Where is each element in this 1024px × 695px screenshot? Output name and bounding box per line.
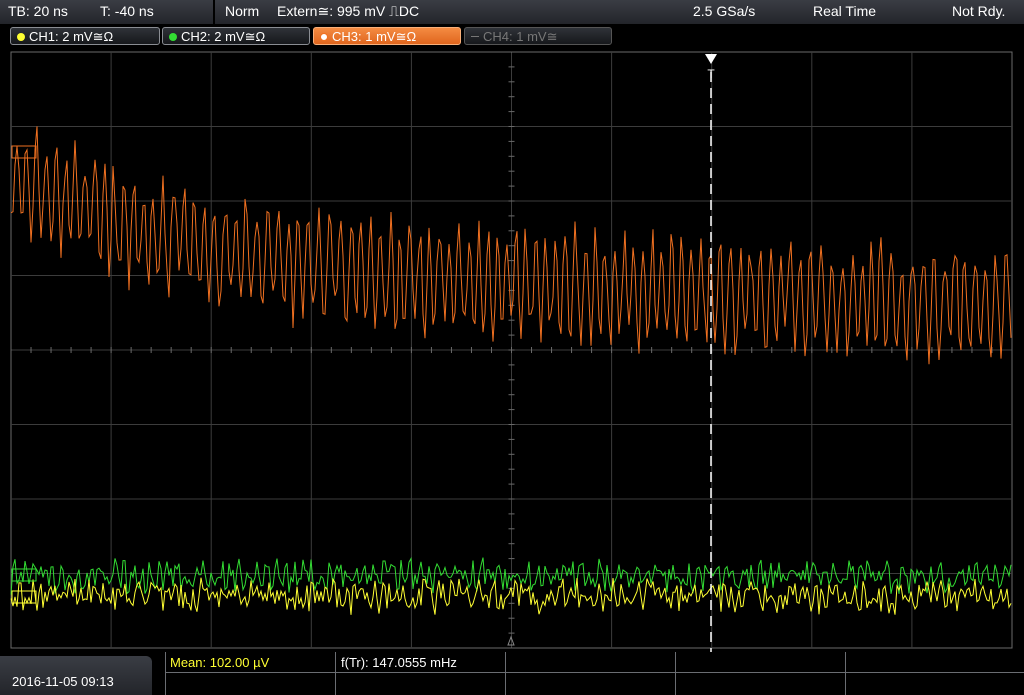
- tab-ch4[interactable]: CH4: 1 mV≅: [464, 27, 612, 45]
- sample-rate: 2.5 GSa/s: [693, 3, 756, 19]
- trigger-marker-label: T: [707, 67, 715, 81]
- trigger-time-readout[interactable]: T: -40 ns: [100, 3, 154, 19]
- ch3-label: CH3: 1 mV≅Ω: [332, 29, 417, 44]
- meas-cell-divider: [335, 652, 336, 695]
- meas-cell-divider: [505, 652, 506, 695]
- frequency-measurement[interactable]: f(Tr): 147.0555 mHz: [341, 655, 457, 670]
- graticule: [10, 51, 1013, 649]
- ch3-indicator-icon: [320, 33, 328, 41]
- ch4-off-icon: [471, 36, 479, 37]
- mean-measurement[interactable]: Mean: 102.00 µV: [170, 655, 269, 670]
- ch1-label: CH1: 2 mV≅Ω: [29, 29, 114, 44]
- meas-cell-divider: [845, 652, 846, 695]
- tab-ch1[interactable]: CH1: 2 mV≅Ω: [10, 27, 160, 45]
- timebase-readout[interactable]: TB: 20 ns: [8, 3, 68, 19]
- ch2-label: CH2: 2 mV≅Ω: [181, 29, 266, 44]
- ch2-indicator-icon: [169, 33, 177, 41]
- trigger-marker-icon[interactable]: [705, 54, 717, 64]
- acquisition-mode[interactable]: Real Time: [813, 3, 876, 19]
- meas-cell-divider: [165, 652, 166, 695]
- channel-tabs: CH1: 2 mV≅Ω CH2: 2 mV≅Ω CH3: 1 mV≅Ω CH4:…: [0, 24, 1024, 48]
- meas-cell-divider: [675, 652, 676, 695]
- measurement-table[interactable]: Mean: 102.00 µV f(Tr): 147.0555 mHz: [165, 652, 1024, 695]
- measurement-divider: [165, 672, 1024, 673]
- datetime-readout: 2016-11-05 09:13: [12, 674, 114, 689]
- acquisition-status: Not Rdy.: [952, 3, 1006, 19]
- trigger-mode[interactable]: Norm: [225, 3, 259, 19]
- tab-ch3[interactable]: CH3: 1 mV≅Ω: [313, 27, 461, 45]
- ch1-indicator-icon: [17, 33, 25, 41]
- waveform-display[interactable]: T: [0, 48, 1024, 652]
- trigger-source[interactable]: Extern≅: 995 mV ⎍DC: [277, 3, 419, 20]
- ch4-label: CH4: 1 mV≅: [483, 29, 558, 44]
- tab-ch2[interactable]: CH2: 2 mV≅Ω: [162, 27, 310, 45]
- datetime-panel: 2016-11-05 09:13: [0, 656, 152, 695]
- timebase-panel[interactable]: TB: 20 ns T: -40 ns: [0, 0, 215, 24]
- trigger-panel[interactable]: Norm Extern≅: 995 mV ⎍DC 2.5 GSa/s Real …: [215, 0, 1024, 24]
